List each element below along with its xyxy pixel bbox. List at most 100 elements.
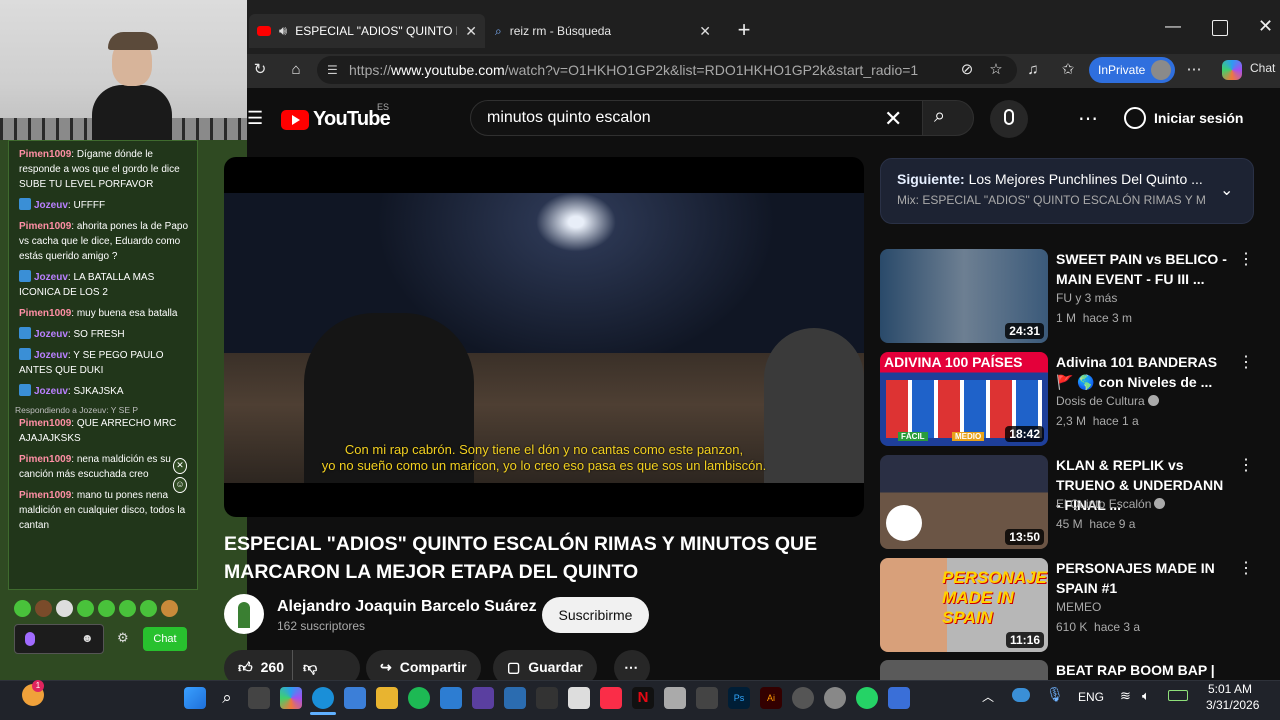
refresh-icon[interactable]: ↻ — [250, 60, 270, 80]
start-icon[interactable] — [184, 687, 206, 709]
like-icon[interactable]: 👍︎ — [238, 650, 253, 684]
search-button[interactable]: ⌕ — [922, 100, 974, 136]
emote-icon[interactable] — [56, 600, 73, 617]
gear-icon[interactable]: ⚙ — [117, 630, 133, 646]
illustrator-icon[interactable]: Ai — [760, 687, 782, 709]
favorite-star-icon[interactable]: ☆ — [986, 60, 1006, 80]
netflix-icon[interactable]: N — [632, 687, 654, 709]
emote-icon[interactable] — [98, 600, 115, 617]
app-icon[interactable] — [472, 687, 494, 709]
store-icon[interactable] — [344, 687, 366, 709]
recommendation-channel[interactable]: Dosis de Cultura — [1056, 394, 1159, 408]
spotify-icon[interactable] — [408, 687, 430, 709]
site-info-icon[interactable]: ☰ — [327, 56, 338, 84]
chat-input[interactable]: ☻ — [14, 624, 104, 654]
dislike-icon[interactable]: 👎︎ — [292, 650, 317, 684]
sign-in-button[interactable]: Iniciar sesión — [1124, 104, 1243, 132]
mic-icon[interactable]: 🎙︎ — [1046, 686, 1064, 703]
clock-time[interactable]: 5:01 AM — [1208, 682, 1252, 696]
recommendation-title[interactable]: PERSONAJES MADE IN SPAIN #1 — [1056, 558, 1231, 598]
close-window-button[interactable]: ✕ — [1258, 16, 1273, 37]
video-thumbnail[interactable]: 13:50 — [880, 455, 1048, 549]
clock-date[interactable]: 3/31/2026 — [1206, 698, 1259, 712]
close-tab-icon[interactable]: ✕ — [699, 23, 711, 40]
copilot-icon[interactable] — [1222, 60, 1242, 80]
video-thumbnail[interactable]: PERSONAJES MADE IN SPAIN 11:16 — [880, 558, 1048, 652]
battery-icon[interactable] — [1168, 690, 1188, 701]
app-icon[interactable] — [568, 687, 590, 709]
recommendation-channel[interactable]: MEMEO — [1056, 600, 1101, 614]
video-thumbnail[interactable] — [880, 660, 1048, 680]
clear-search-icon[interactable]: ✕ — [884, 106, 902, 132]
recommendation-title[interactable]: Adivina 101 BANDERAS 🚩 🌎 con Niveles de … — [1056, 352, 1231, 392]
settings-icon[interactable] — [824, 687, 846, 709]
chevron-up-icon[interactable]: ︿ — [982, 688, 994, 705]
recommendation-item[interactable]: 13:50 KLAN & REPLIK vs TRUENO & UNDERDAN… — [880, 455, 1270, 551]
home-icon[interactable]: ⌂ — [286, 60, 306, 80]
edge-icon[interactable] — [312, 687, 334, 709]
copilot-icon[interactable] — [280, 687, 302, 709]
like-count[interactable]: 260 — [261, 650, 284, 684]
address-bar[interactable]: ☰ https://www.youtube.com/watch?v=O1HKHO1… — [317, 56, 1017, 84]
wifi-icon[interactable]: ≋ — [1120, 688, 1131, 704]
close-icon[interactable]: ✕ — [173, 458, 187, 474]
app-icon[interactable] — [504, 687, 526, 709]
menu-icon[interactable]: ☰ — [247, 108, 263, 129]
voice-search-button[interactable] — [990, 100, 1028, 138]
emote-icon[interactable] — [119, 600, 136, 617]
whatsapp-icon[interactable] — [856, 687, 878, 709]
channel-name[interactable]: Alejandro Joaquin Barcelo Suárez — [277, 598, 537, 616]
recommendation-item[interactable]: ADIVINA 100 PAÍSES FÁCIL MEDIO 18:42 Adi… — [880, 352, 1270, 448]
chevron-down-icon[interactable]: ⌄ — [1220, 180, 1233, 200]
tab-search[interactable]: ⌕ reiz rm - Búsqueda ✕ — [485, 14, 721, 48]
favorites-icon[interactable]: ✩ — [1058, 60, 1078, 80]
speaker-icon[interactable]: 🔊︎ — [279, 23, 287, 39]
app-icon[interactable] — [792, 687, 814, 709]
tab-youtube[interactable]: 🔊︎ ESPECIAL "ADIOS" QUINTO ES ✕ — [249, 14, 485, 48]
search-icon[interactable]: ⌕ — [216, 687, 238, 709]
language-indicator[interactable]: ENG — [1078, 690, 1104, 704]
more-options-icon[interactable]: ⋯ — [1184, 60, 1204, 80]
mic-icon[interactable] — [25, 632, 35, 646]
video-player[interactable]: Con mi rap cabrón. Sony tiene el dón y n… — [224, 157, 864, 517]
video-thumbnail[interactable]: 24:31 — [880, 249, 1048, 343]
more-options-icon[interactable]: ⋮ — [1238, 558, 1254, 578]
music-icon[interactable] — [600, 687, 622, 709]
file-explorer-icon[interactable] — [376, 687, 398, 709]
maximize-button[interactable] — [1212, 20, 1228, 36]
onedrive-icon[interactable] — [1012, 688, 1030, 702]
subscribe-button[interactable]: Suscribirme — [542, 597, 649, 633]
emoji-icon[interactable]: ☻ — [81, 631, 94, 645]
emote-icon[interactable] — [35, 600, 52, 617]
recommendation-item[interactable]: PERSONAJES MADE IN SPAIN 11:16 PERSONAJE… — [880, 558, 1270, 654]
app-icon[interactable] — [664, 687, 686, 709]
recommendation-item[interactable]: BEAT RAP BOOM BAP | — [880, 660, 1270, 680]
search-input[interactable]: minutos quinto escalon — [470, 100, 924, 136]
recommendation-title[interactable]: BEAT RAP BOOM BAP | — [1056, 660, 1231, 680]
app-icon[interactable] — [696, 687, 718, 709]
more-options-icon[interactable]: ⋮ — [1238, 249, 1254, 269]
emote-picker-icon[interactable]: ☺ — [173, 477, 187, 493]
video-thumbnail[interactable]: ADIVINA 100 PAÍSES FÁCIL MEDIO 18:42 — [880, 352, 1048, 446]
recommendation-item[interactable]: 24:31 SWEET PAIN vs BELICO - MAIN EVENT … — [880, 249, 1270, 345]
app-icon[interactable] — [536, 687, 558, 709]
copilot-label[interactable]: Chat — [1250, 61, 1275, 75]
photoshop-icon[interactable]: Ps — [728, 687, 750, 709]
up-next-panel[interactable]: Siguiente: Los Mejores Punchlines Del Qu… — [880, 158, 1254, 224]
more-options-icon[interactable]: ⋮ — [1238, 352, 1254, 372]
task-view-icon[interactable] — [248, 687, 270, 709]
tracking-prevention-icon[interactable]: ⊘ — [957, 60, 977, 80]
channel-avatar[interactable] — [224, 594, 264, 634]
security-icon[interactable] — [440, 687, 462, 709]
recommendation-channel[interactable]: El Quinto Escalón — [1056, 497, 1166, 511]
close-tab-icon[interactable]: ✕ — [465, 23, 477, 40]
app-icon[interactable] — [888, 687, 910, 709]
emote-icon[interactable] — [140, 600, 157, 617]
emote-icon[interactable] — [161, 600, 178, 617]
recommendation-channel[interactable]: FU y 3 más — [1056, 291, 1117, 305]
recommendation-title[interactable]: SWEET PAIN vs BELICO - MAIN EVENT - FU I… — [1056, 249, 1231, 289]
emote-icon[interactable] — [77, 600, 94, 617]
more-options-icon[interactable]: ⋯ — [1078, 106, 1098, 131]
more-options-icon[interactable]: ⋮ — [1238, 455, 1254, 475]
inprivate-button[interactable]: InPrivate — [1089, 57, 1175, 83]
